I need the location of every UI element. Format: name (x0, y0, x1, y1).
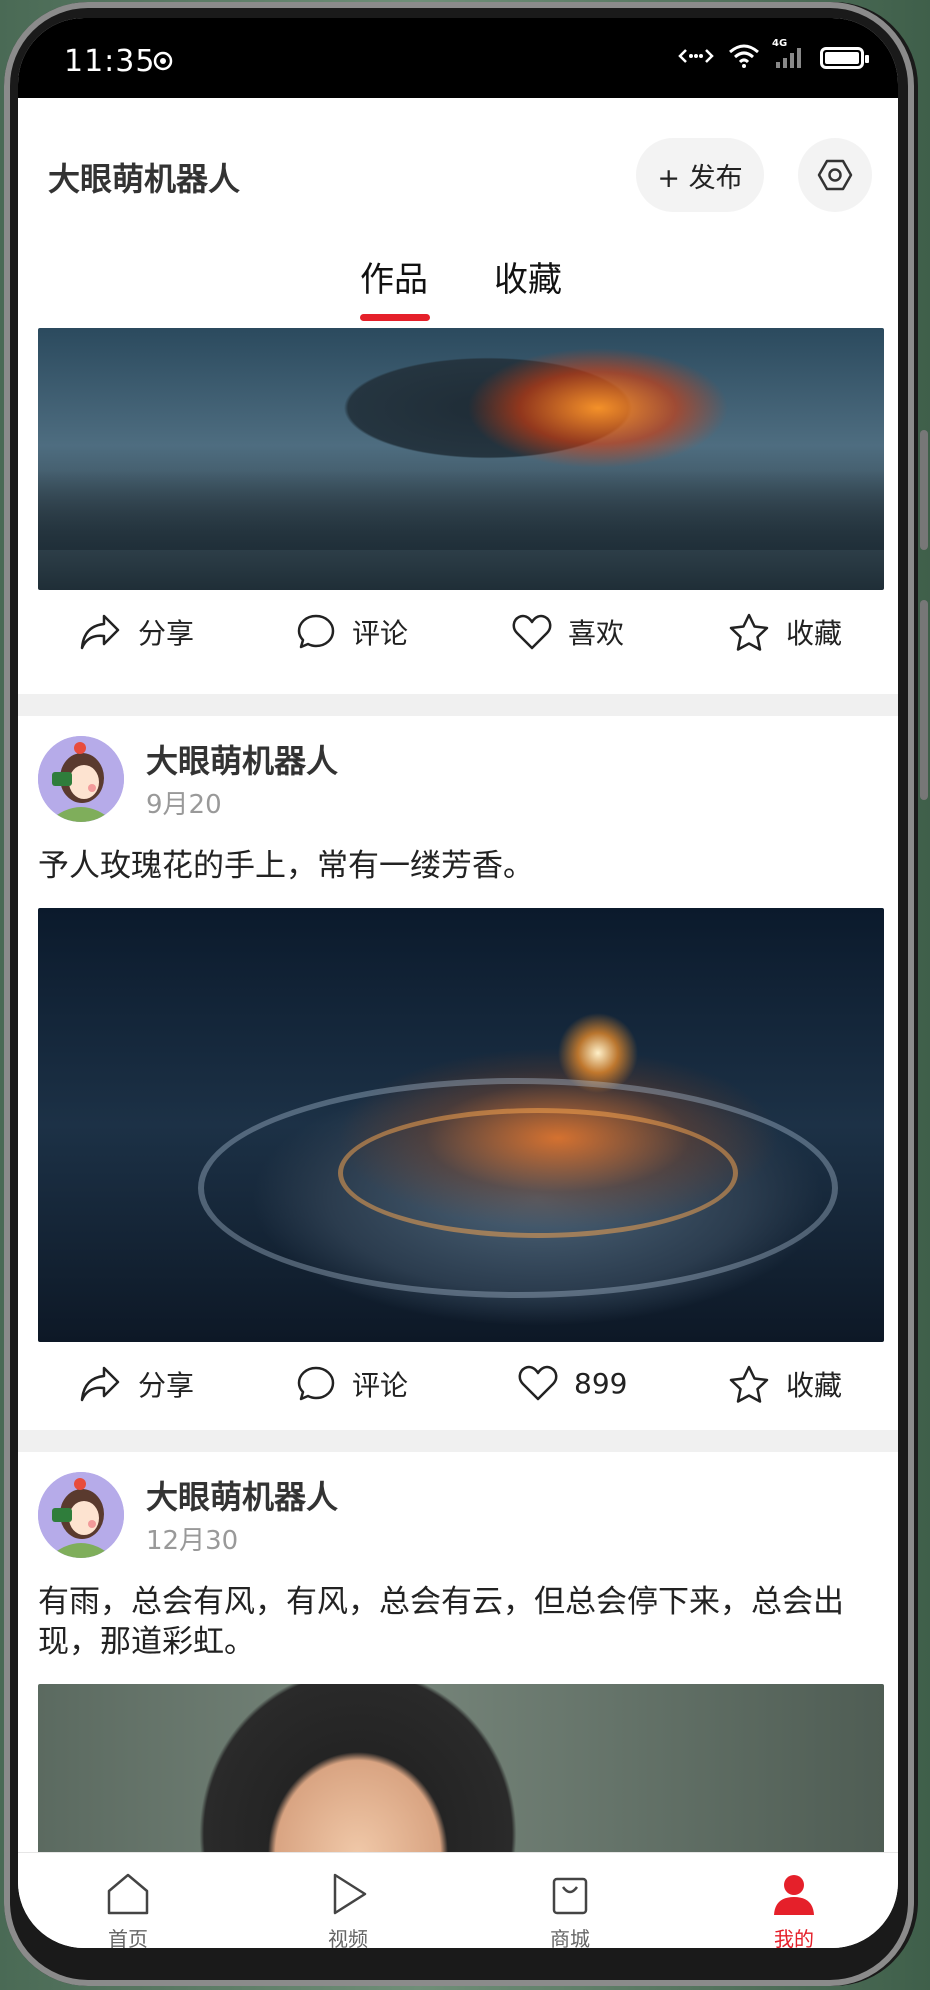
share-icon (80, 1366, 120, 1402)
user-icon (774, 1875, 814, 1915)
post-separator (18, 694, 898, 716)
tab-mine[interactable]: 我的 (744, 1871, 844, 1948)
shopping-bag-icon (552, 1877, 588, 1915)
tab-mine-label: 我的 (774, 1927, 814, 1948)
avatar[interactable] (38, 1472, 124, 1558)
post-actions: 分享 评论 899 收藏 (18, 1342, 898, 1428)
comment-button[interactable]: 评论 (296, 1364, 408, 1404)
comment-button[interactable]: 评论 (296, 612, 408, 652)
comment-icon (297, 1366, 335, 1401)
post-date: 9月20 (146, 790, 222, 820)
post-image[interactable] (38, 908, 884, 1342)
battery-icon (820, 47, 869, 69)
share-label: 分享 (138, 617, 195, 650)
share-button[interactable]: 分享 (78, 1364, 194, 1404)
heart-icon (518, 1365, 558, 1401)
settings-button[interactable] (798, 138, 872, 212)
share-label: 分享 (138, 1369, 195, 1402)
author-name[interactable]: 大眼萌机器人 (146, 1472, 338, 1518)
post-date: 12月30 (146, 1526, 239, 1556)
tab-home-label: 首页 (108, 1927, 148, 1948)
settings-icon (817, 159, 853, 191)
active-tab-indicator (360, 314, 430, 321)
tab-home[interactable]: 首页 (78, 1871, 178, 1948)
data-transfer-icon (678, 46, 714, 70)
comment-icon (297, 614, 335, 649)
post-separator (18, 1430, 898, 1452)
star-icon (729, 613, 769, 651)
post-text: 有雨，总会有风，有风，总会有云，但总会停下来，总会出现，那道彩虹。 (38, 1584, 844, 1660)
tab-works[interactable]: 作品 (360, 252, 428, 301)
page-header: 大眼萌机器人 + 发布 (18, 98, 898, 238)
signal-icon: 4G (772, 38, 806, 72)
share-button[interactable]: 分享 (78, 612, 194, 652)
power-button (920, 600, 928, 800)
tab-video[interactable]: 视频 (298, 1871, 398, 1948)
like-count: 899 (574, 1366, 628, 1400)
heart-icon (512, 614, 552, 650)
play-icon (333, 1873, 367, 1915)
app-screen: 11:35 4G 大眼萌机器人 + 发布 作品 收藏 分享 评论 喜欢 收藏 大… (18, 18, 898, 1948)
tab-mall[interactable]: 商城 (520, 1871, 620, 1948)
star-icon (729, 1365, 769, 1403)
post-image[interactable] (38, 328, 884, 590)
status-time: 11:35 (64, 44, 156, 79)
post-image[interactable] (38, 1684, 884, 1868)
home-icon (107, 1873, 149, 1915)
tab-video-label: 视频 (328, 1927, 368, 1948)
author-name[interactable]: 大眼萌机器人 (146, 736, 338, 782)
avatar[interactable] (38, 736, 124, 822)
post-actions: 分享 评论 喜欢 收藏 (18, 590, 898, 676)
collect-label: 收藏 (786, 1369, 843, 1402)
nfc-icon (152, 50, 174, 76)
volume-button (920, 430, 928, 550)
share-icon (80, 614, 120, 650)
page-title: 大眼萌机器人 (48, 160, 241, 198)
collect-button[interactable]: 收藏 (728, 1364, 842, 1404)
like-label: 喜欢 (568, 617, 625, 650)
wifi-icon (728, 44, 760, 72)
bottom-tab-bar: 首页 视频 商城 我的 (18, 1852, 898, 1948)
network-type: 4G (772, 38, 788, 49)
like-button[interactable]: 喜欢 (512, 612, 624, 652)
collect-label: 收藏 (786, 617, 843, 650)
publish-button[interactable]: + 发布 (636, 138, 764, 212)
comment-label: 评论 (352, 617, 409, 650)
content-tabs: 作品 收藏 (18, 236, 898, 328)
status-bar: 11:35 4G (18, 18, 898, 98)
like-button[interactable]: 899 (518, 1364, 627, 1402)
post-feed[interactable]: 分享 评论 喜欢 收藏 大眼萌机器人 9月20 予人玫瑰花的手上，常有一缕芳香。… (18, 328, 898, 1868)
tab-mall-label: 商城 (550, 1927, 590, 1948)
machine-core (338, 1108, 738, 1238)
post-text: 予人玫瑰花的手上，常有一缕芳香。 (38, 848, 534, 884)
comment-label: 评论 (352, 1369, 409, 1402)
city-silhouette (38, 470, 884, 550)
tab-favorites[interactable]: 收藏 (494, 252, 562, 301)
collect-button[interactable]: 收藏 (728, 612, 842, 652)
